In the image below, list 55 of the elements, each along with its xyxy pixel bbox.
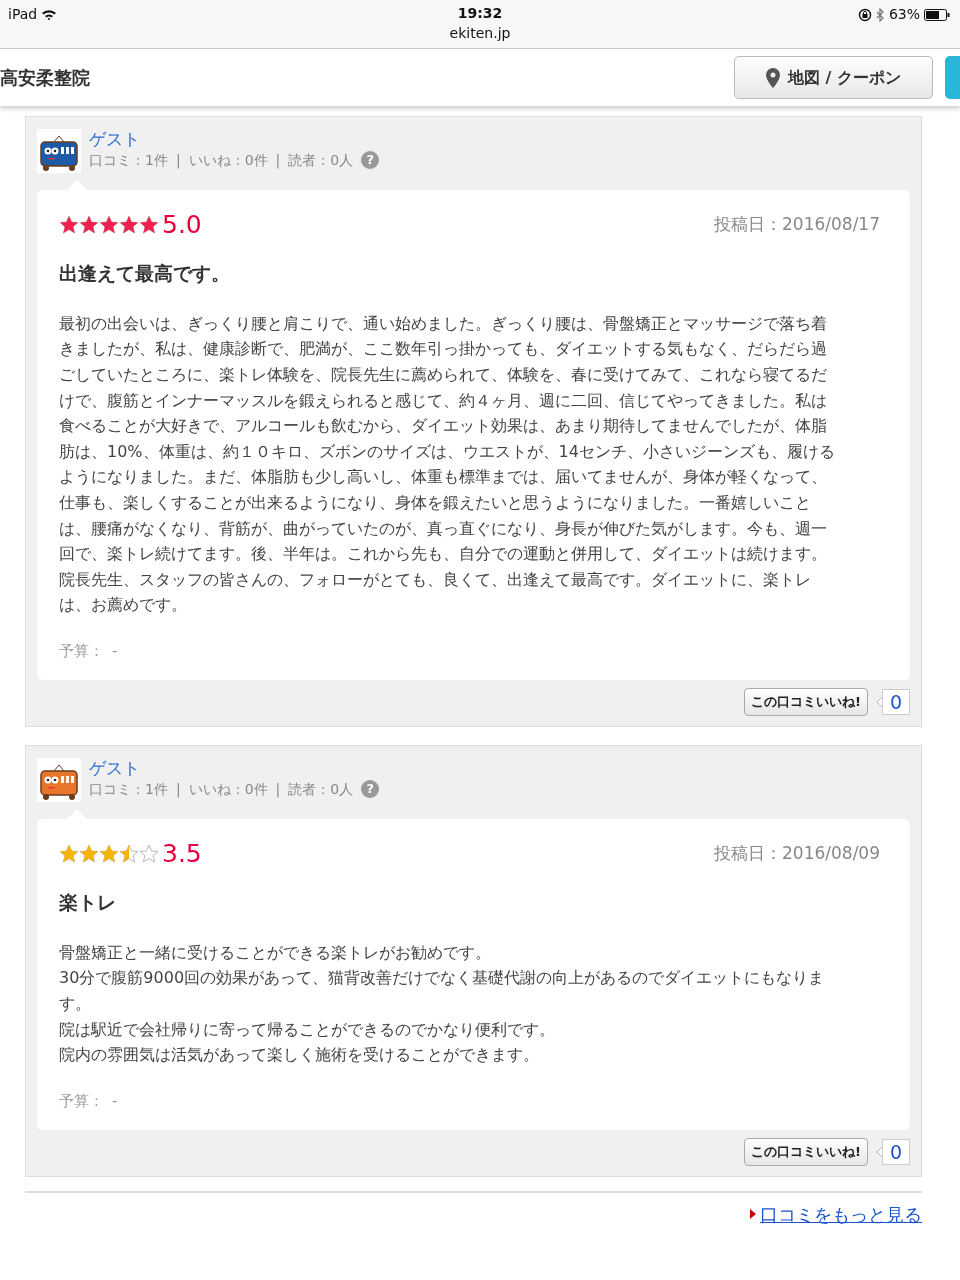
review-title: 出逢えて最高です。 <box>59 262 231 285</box>
more-reviews-link[interactable]: 口コミをもっと見る <box>760 1200 922 1228</box>
reviewer-name[interactable]: ゲスト <box>89 129 380 149</box>
star-icon <box>139 215 159 235</box>
shop-name: 高安柔整院 <box>0 66 90 90</box>
wifi-icon <box>41 8 58 21</box>
budget-value: - <box>112 640 118 662</box>
stat-separator: | <box>275 779 281 800</box>
reviewer-stat: 読者：0人 <box>288 779 354 799</box>
header-button[interactable] <box>945 56 960 99</box>
stat-separator: | <box>175 779 181 800</box>
star-icon <box>99 843 119 864</box>
review-text: 骨盤矯正と一緒に受けることができる楽トレがお勧めです。 <box>59 941 492 964</box>
review-text: 最初の出会いは、ぎっくり腰と肩こりで、通い始めました。ぎっくり腰は、骨盤矯正とマッサージで落ち着きましたが、私は、健康診断で、肥満が、ここ数年引っ掛かっても、ダイエットする気もなく、だらだら過ごしていたところに、楽トレ体験を、院長先生に薦められて、体験を、春に受けてみて、これなら寝てるだけで、腹筋とインナーマッスルを鍛えられると感じて、約４ヶ月、週に二回、信じてやってきました。私は食べることが大好きで、アルコールも飲むから、ダイエット効果は、あまり期待してませんでしたが、体脂肪は、10%、体重は、約１０キロ、ズボンのサイズは、ウエストが、14センチ、小さいジーンズも、履けるようになりました。まだ、体脂肪も少し高いし、体重も標準までは、届いてませんが、身体が軽くなって、仕事も、楽しくすることが出来るようになり、身体を鍛えたいと思うようになりました。一番嬉しいことは、腰痛がなくなり、背筋が、曲がっていたのが、真っ直ぐになり、身長が伸びた気がします。今も、週一回で、楽トレ続けてます。後、半年は。これから先も、自分での運動と併用して、ダイエットは続けます。院長先生、スタッフの皆さんの、フォローがとても、良くて、出逢えて最高です。ダイエットに、楽トレは、お薦めです。 <box>59 312 836 617</box>
like-button[interactable]: この口コミいいね! <box>743 1138 868 1166</box>
star-icon <box>79 215 99 235</box>
star-icon <box>139 843 159 864</box>
review-text: 院内の雰囲気は活気があって楽しく施術を受けることができます。 <box>59 1044 540 1067</box>
reviewer-stat: 口コミ：1件 <box>89 779 168 799</box>
battery-icon <box>924 8 950 21</box>
budget-label: 予算： <box>59 640 104 662</box>
rating-score: 3.5 <box>162 838 202 869</box>
star-icon <box>119 843 139 864</box>
review-text: 院は駅近で会社帰りに寄って帰ることができるのでかなり便利です。 <box>59 1018 556 1041</box>
star-icon <box>79 843 99 864</box>
battery-percent: 63% <box>888 5 920 24</box>
like-button[interactable]: この口コミいいね! <box>743 688 868 716</box>
map-coupon-button[interactable]: 地図 / クーポン <box>734 56 933 99</box>
star-icon <box>119 215 139 235</box>
stat-separator: | <box>275 151 281 171</box>
arrow-icon <box>750 1209 756 1220</box>
star-icon <box>59 215 79 235</box>
budget-value: - <box>112 1090 118 1112</box>
review-text: 30分で腹筋9000回の効果があって、猫背改善だけでなく基礎代謝の向上があるのでダイエットにもなります。 <box>59 967 826 1015</box>
location-pin-icon <box>766 67 780 88</box>
like-count: 0 <box>881 689 910 716</box>
reviewer-name[interactable]: ゲスト <box>89 757 380 778</box>
reviewer-stat: いいね：0件 <box>188 779 268 799</box>
device-name: iPad <box>8 5 38 24</box>
bluetooth-icon <box>875 7 885 22</box>
review-title: 楽トレ <box>59 890 117 914</box>
clock-time: 19:32 <box>457 5 503 21</box>
star-icon <box>99 215 119 235</box>
budget-label: 予算： <box>59 1090 104 1112</box>
reviewer-stat: 読者：0人 <box>288 151 354 170</box>
post-date: 投稿日：2016/08/09 <box>714 842 880 866</box>
star-icon <box>59 843 79 864</box>
page-url: ekiten.jp <box>449 25 511 41</box>
rating-score: 5.0 <box>162 210 202 240</box>
reviewer-stat: いいね：0件 <box>188 151 268 170</box>
stat-separator: | <box>175 151 181 171</box>
rotation-lock-icon <box>857 7 872 22</box>
reviewer-stat: 口コミ：1件 <box>89 151 168 170</box>
like-count: 0 <box>881 1138 910 1165</box>
post-date: 投稿日：2016/08/17 <box>714 213 880 237</box>
